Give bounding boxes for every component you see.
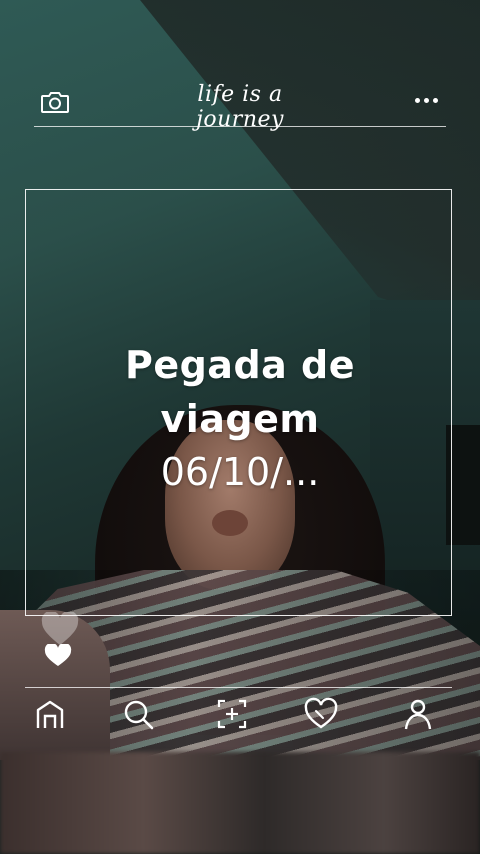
add-post-icon[interactable] <box>214 696 250 732</box>
heart-icon[interactable] <box>303 696 339 732</box>
search-icon[interactable] <box>120 696 156 732</box>
home-icon[interactable] <box>32 696 68 732</box>
header-divider <box>34 126 446 127</box>
camera-icon[interactable] <box>40 89 70 115</box>
profile-icon[interactable] <box>400 696 436 732</box>
caption-date: 06/10/... <box>160 450 320 494</box>
caption-line-2: viagem <box>160 397 320 441</box>
bottom-nav <box>20 696 460 740</box>
nav-divider <box>25 687 452 688</box>
like-heart-icon[interactable] <box>44 644 72 668</box>
post-caption: Pegada de viagem 06/10/... <box>25 338 455 496</box>
heart-ghost-icon <box>41 612 79 645</box>
more-dots-icon[interactable] <box>412 94 442 108</box>
blurred-bottom <box>0 752 480 854</box>
app-title: life is a journey <box>196 82 284 132</box>
caption-line-1: Pegada de <box>124 343 355 387</box>
